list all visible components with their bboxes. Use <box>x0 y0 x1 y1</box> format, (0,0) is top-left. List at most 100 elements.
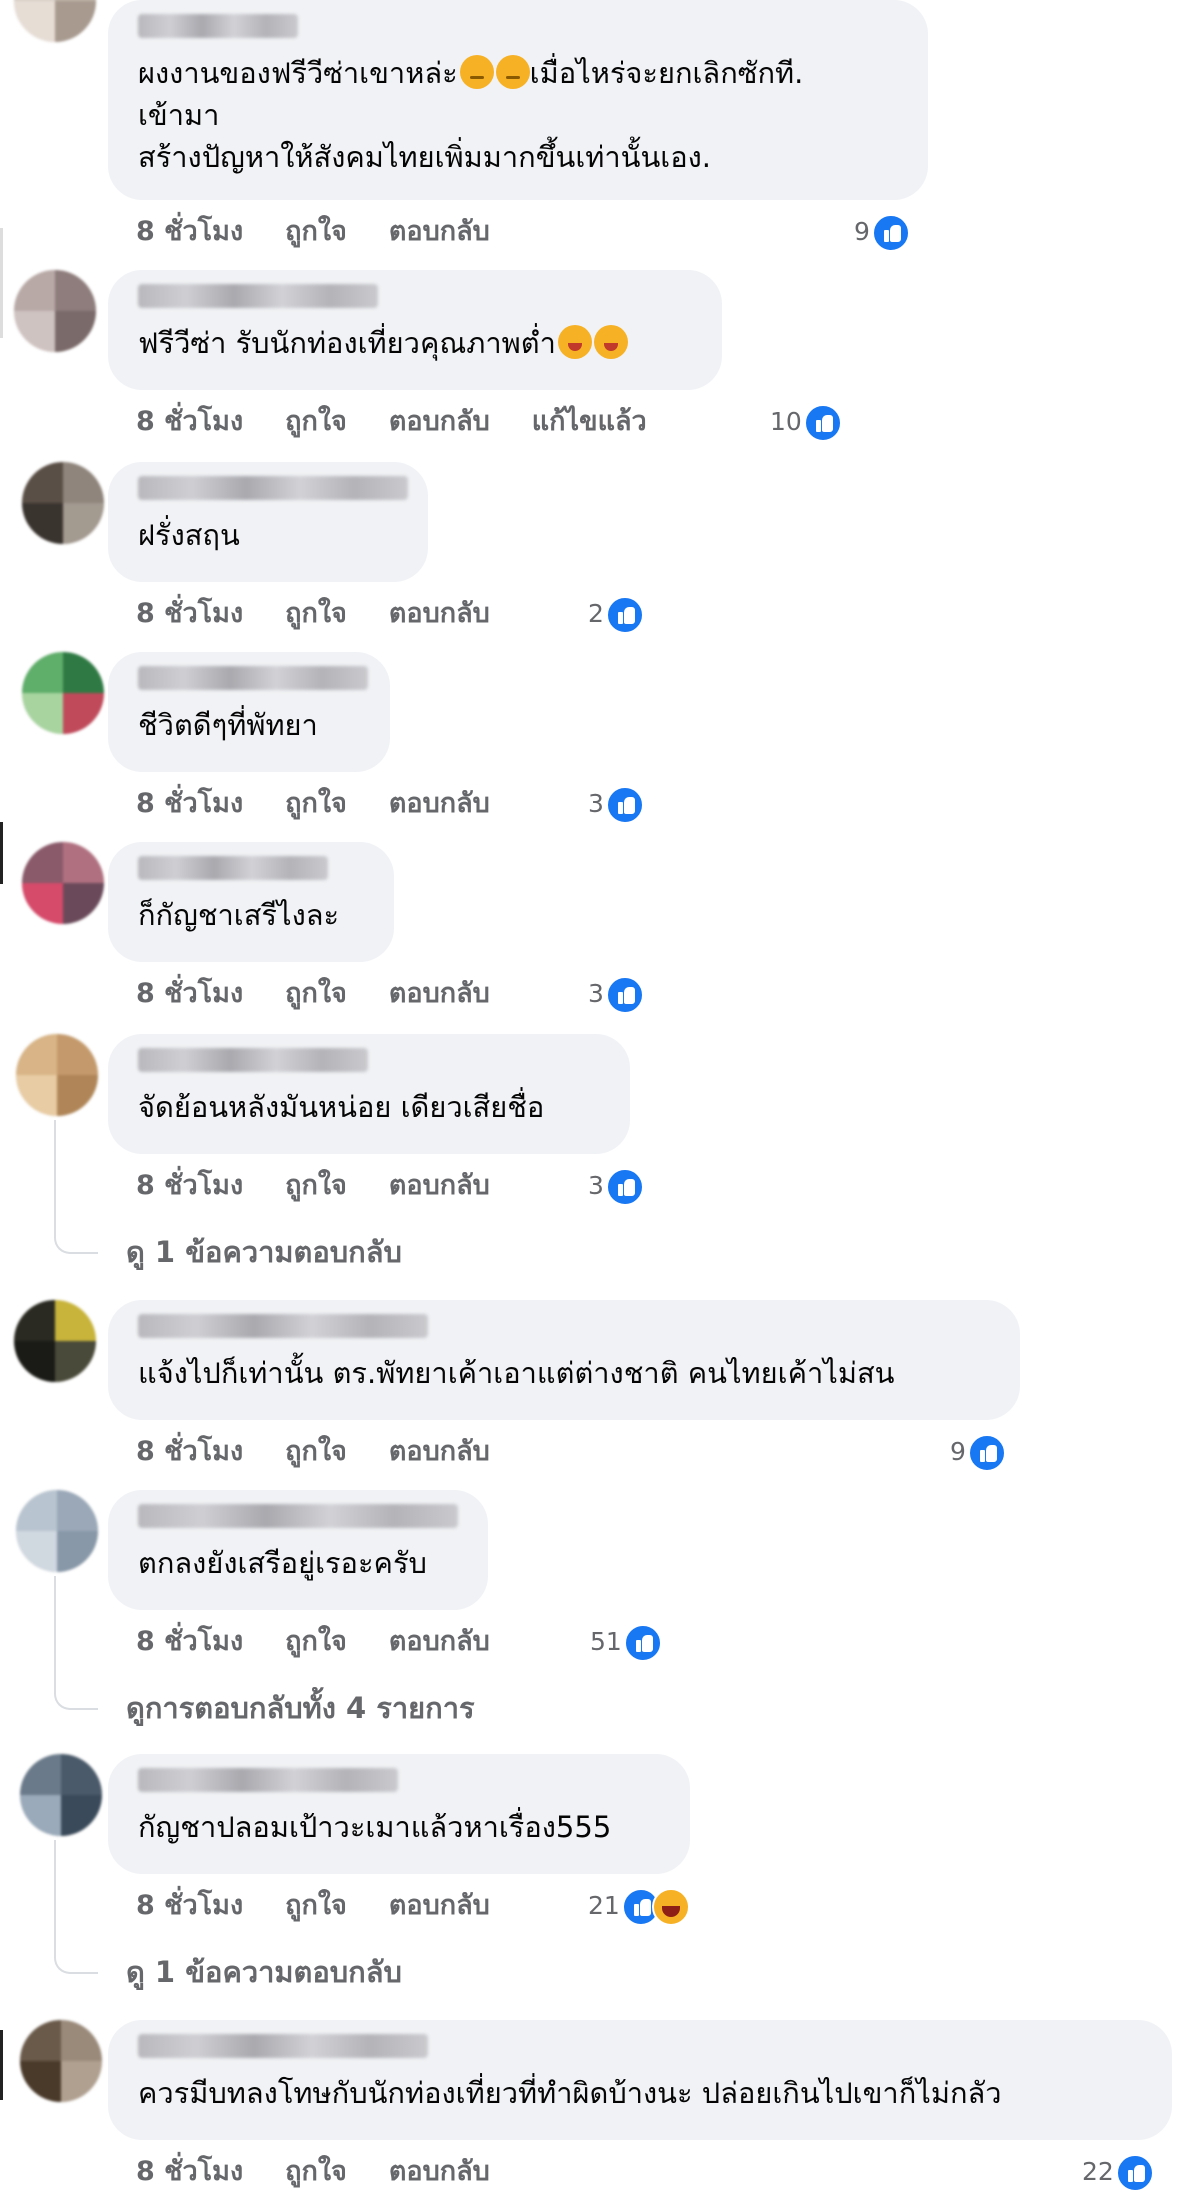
reaction-summary[interactable]: 21 <box>588 1886 690 1926</box>
view-replies-link[interactable]: ดู 1 ข้อความตอบกลับ <box>126 1232 402 1272</box>
reply-link[interactable]: ตอบกลับ <box>389 1170 490 1201</box>
comment-actions: 8 ชั่วโมง ถูกใจ ตอบกลับ <box>136 1432 532 1472</box>
author-name-blurred[interactable] <box>138 476 408 500</box>
reaction-summary[interactable]: 51 <box>590 1622 662 1662</box>
author-name-blurred[interactable] <box>138 1768 398 1792</box>
reaction-summary[interactable]: 9 <box>854 212 910 252</box>
reaction-summary[interactable]: 9 <box>950 1432 1006 1472</box>
author-name-blurred[interactable] <box>138 666 368 690</box>
avatar[interactable] <box>16 1034 98 1116</box>
avatar[interactable] <box>22 842 104 924</box>
timestamp[interactable]: 8 ชั่วโมง <box>136 406 243 437</box>
comment-bubble: ตกลงยังเสรีอยู่เรอะครับ <box>108 1490 488 1610</box>
edited-label[interactable]: แก้ไขแล้ว <box>532 406 647 437</box>
avatar[interactable] <box>14 270 96 352</box>
reply-link[interactable]: ตอบกลับ <box>389 2156 490 2187</box>
reaction-summary[interactable]: 3 <box>588 784 644 824</box>
avatar-pixel <box>63 462 104 503</box>
reply-link[interactable]: ตอบกลับ <box>389 216 490 247</box>
like-icon <box>623 1624 662 1662</box>
author-name-blurred[interactable] <box>138 1504 458 1528</box>
like-link[interactable]: ถูกใจ <box>285 406 347 437</box>
timestamp[interactable]: 8 ชั่วโมง <box>136 788 243 819</box>
comment-bubble: จัดย้อนหลังมันหน่อย เดียวเสียชื่อ <box>108 1034 630 1154</box>
view-replies-link[interactable]: ดู 1 ข้อความตอบกลับ <box>126 1952 402 1992</box>
thread-curve <box>54 1678 98 1710</box>
avatar-pixel <box>22 693 63 734</box>
avatar-pixel <box>63 693 104 734</box>
reply-link[interactable]: ตอบกลับ <box>389 1890 490 1921</box>
reaction-summary[interactable]: 10 <box>770 402 842 442</box>
laughing-emoji-icon <box>557 325 592 359</box>
like-link[interactable]: ถูกใจ <box>285 1170 347 1201</box>
author-name-blurred[interactable] <box>138 284 378 308</box>
avatar[interactable] <box>20 2020 102 2102</box>
avatar-pixel <box>57 1034 98 1075</box>
reaction-summary[interactable]: 3 <box>588 974 644 1014</box>
view-replies-link[interactable]: ดูการตอบกลับทั้ง 4 รายการ <box>126 1688 475 1728</box>
reply-link[interactable]: ตอบกลับ <box>389 978 490 1009</box>
timestamp[interactable]: 8 ชั่วโมง <box>136 216 243 247</box>
divider <box>0 228 3 338</box>
comment-actions: 8 ชั่วโมง ถูกใจ ตอบกลับ <box>136 1886 532 1926</box>
avatar-pixel <box>55 311 96 352</box>
avatar[interactable] <box>22 652 104 734</box>
comment-actions: 8 ชั่วโมง ถูกใจ ตอบกลับ <box>136 1622 532 1662</box>
reaction-summary[interactable]: 2 <box>588 594 644 634</box>
comment-text: แจ้งไปก็เท่านั้น ตร.พัทยาเค้าเอาแต่ต่างช… <box>138 1356 895 1390</box>
reply-link[interactable]: ตอบกลับ <box>389 1626 490 1657</box>
avatar-pixel <box>20 2020 61 2061</box>
like-link[interactable]: ถูกใจ <box>285 216 347 247</box>
timestamp[interactable]: 8 ชั่วโมง <box>136 2156 243 2187</box>
timestamp[interactable]: 8 ชั่วโมง <box>136 1890 243 1921</box>
reaction-count: 21 <box>588 1891 620 1920</box>
reply-link[interactable]: ตอบกลับ <box>389 788 490 819</box>
avatar[interactable] <box>16 1490 98 1572</box>
like-link[interactable]: ถูกใจ <box>285 2156 347 2187</box>
comment-text: ฝรั่งสฤน <box>138 518 240 552</box>
timestamp[interactable]: 8 ชั่วโมง <box>136 1436 243 1467</box>
reaction-count: 3 <box>588 979 604 1008</box>
comment-actions: 8 ชั่วโมง ถูกใจ ตอบกลับ <box>136 2152 532 2192</box>
avatar[interactable] <box>14 0 96 42</box>
timestamp[interactable]: 8 ชั่วโมง <box>136 1170 243 1201</box>
avatar-pixel <box>63 842 104 883</box>
like-link[interactable]: ถูกใจ <box>285 788 347 819</box>
timestamp[interactable]: 8 ชั่วโมง <box>136 598 243 629</box>
avatar-pixel <box>63 883 104 924</box>
like-icon <box>605 976 644 1014</box>
avatar-pixel <box>14 1 55 42</box>
comment-bubble: แจ้งไปก็เท่านั้น ตร.พัทยาเค้าเอาแต่ต่างช… <box>108 1300 1020 1420</box>
timestamp[interactable]: 8 ชั่วโมง <box>136 1626 243 1657</box>
avatar-pixel <box>22 462 63 503</box>
reaction-count: 9 <box>950 1437 966 1466</box>
author-name-blurred[interactable] <box>138 1048 368 1072</box>
reply-link[interactable]: ตอบกลับ <box>389 598 490 629</box>
reaction-summary[interactable]: 3 <box>588 1166 644 1206</box>
thread-line <box>54 1840 56 1948</box>
divider <box>0 822 3 884</box>
like-link[interactable]: ถูกใจ <box>285 1890 347 1921</box>
like-icon <box>1115 2154 1154 2192</box>
avatar-pixel <box>22 652 63 693</box>
avatar[interactable] <box>20 1754 102 1836</box>
like-icon <box>605 596 644 634</box>
author-name-blurred[interactable] <box>138 856 328 880</box>
reply-link[interactable]: ตอบกลับ <box>389 406 490 437</box>
avatar[interactable] <box>14 1300 96 1382</box>
author-name-blurred[interactable] <box>138 2034 428 2058</box>
reply-link[interactable]: ตอบกลับ <box>389 1436 490 1467</box>
author-name-blurred[interactable] <box>138 1314 428 1338</box>
like-link[interactable]: ถูกใจ <box>285 1626 347 1657</box>
like-link[interactable]: ถูกใจ <box>285 1436 347 1467</box>
avatar-pixel <box>55 1 96 42</box>
reaction-summary[interactable]: 22 <box>1082 2152 1154 2192</box>
like-link[interactable]: ถูกใจ <box>285 598 347 629</box>
avatar-pixel <box>14 1300 55 1341</box>
author-name-blurred[interactable] <box>138 14 298 38</box>
comment-actions: 8 ชั่วโมง ถูกใจ ตอบกลับ <box>136 784 532 824</box>
unamused-emoji-icon <box>459 55 494 89</box>
timestamp[interactable]: 8 ชั่วโมง <box>136 978 243 1009</box>
like-link[interactable]: ถูกใจ <box>285 978 347 1009</box>
avatar[interactable] <box>22 462 104 544</box>
